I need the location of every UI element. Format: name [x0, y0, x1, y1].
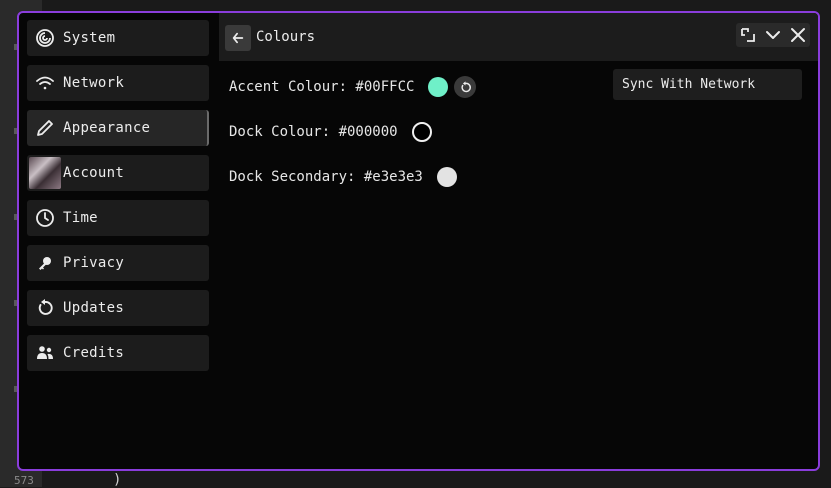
- reset-accent-button[interactable]: [454, 76, 477, 98]
- pencil-icon: [35, 118, 55, 138]
- key-icon: [35, 253, 55, 273]
- sidebar-item-label: System: [63, 30, 116, 46]
- accent-colour-swatch[interactable]: [428, 77, 449, 97]
- chevron-down-icon[interactable]: [765, 27, 781, 43]
- people-icon: [35, 343, 55, 363]
- resize-icon[interactable]: [740, 27, 756, 43]
- accent-colour-row: Accent Colour: #00FFCC: [229, 75, 477, 99]
- avatar: [29, 157, 61, 189]
- close-icon[interactable]: [790, 27, 806, 43]
- arrow-left-icon: [232, 32, 244, 44]
- title-bar: Colours: [219, 13, 818, 61]
- back-button[interactable]: [225, 25, 251, 51]
- sidebar: System Network Appearance Account Time P…: [27, 20, 209, 380]
- accent-colour-label: Accent Colour: #00FFCC: [229, 79, 415, 95]
- line-number: 573: [14, 474, 34, 487]
- sidebar-item-label: Network: [63, 75, 125, 91]
- clock-icon: [35, 208, 55, 228]
- sidebar-item-credits[interactable]: Credits: [27, 335, 209, 371]
- refresh-icon: [35, 298, 55, 318]
- dock-colour-label: Dock Colour: #000000: [229, 124, 398, 140]
- main-panel: Colours Accent Colour: #00FFCC Dock Colo…: [219, 13, 818, 469]
- sync-with-network-button[interactable]: Sync With Network: [613, 69, 802, 100]
- sidebar-item-label: Time: [63, 210, 98, 226]
- dock-secondary-row: Dock Secondary: #e3e3e3: [229, 165, 457, 189]
- reset-icon: [461, 80, 471, 92]
- sidebar-item-label: Credits: [63, 345, 125, 361]
- sidebar-item-account[interactable]: Account: [27, 155, 209, 191]
- sidebar-item-network[interactable]: Network: [27, 65, 209, 101]
- sidebar-item-time[interactable]: Time: [27, 200, 209, 236]
- sidebar-item-label: Privacy: [63, 255, 125, 271]
- system-icon: [35, 28, 55, 48]
- dock-colour-swatch[interactable]: [411, 122, 432, 142]
- dock-secondary-label: Dock Secondary: #e3e3e3: [229, 169, 423, 185]
- closing-paren: ): [113, 472, 122, 488]
- sidebar-item-label: Updates: [63, 300, 125, 316]
- sidebar-item-system[interactable]: System: [27, 20, 209, 56]
- dock-secondary-swatch[interactable]: [436, 167, 457, 187]
- dock-colour-row: Dock Colour: #000000: [229, 120, 432, 144]
- sidebar-item-label: Appearance: [63, 120, 151, 136]
- sidebar-item-label: Account: [63, 165, 125, 181]
- page-title: Colours: [256, 29, 316, 45]
- sidebar-item-privacy[interactable]: Privacy: [27, 245, 209, 281]
- sidebar-item-updates[interactable]: Updates: [27, 290, 209, 326]
- window-controls: [736, 23, 810, 47]
- settings-window: System Network Appearance Account Time P…: [17, 11, 820, 471]
- wifi-icon: [35, 73, 55, 93]
- sidebar-item-appearance[interactable]: Appearance: [27, 110, 209, 146]
